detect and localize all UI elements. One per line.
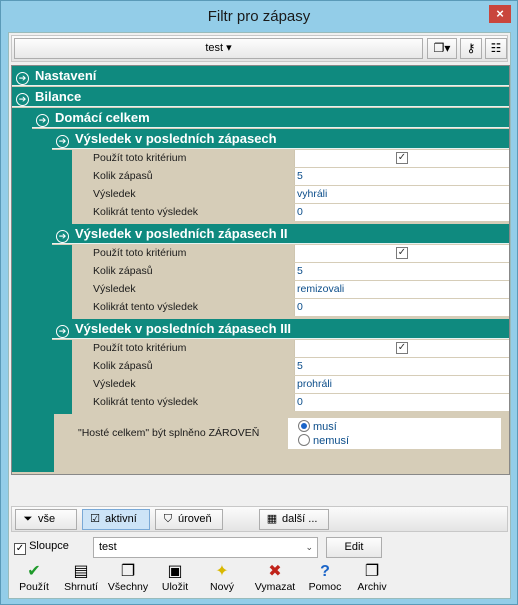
tree-view-icon[interactable]: ☷ <box>485 38 507 59</box>
radio-must-not[interactable]: nemusí <box>298 434 349 447</box>
tree-indent <box>52 340 72 414</box>
node-nastaveni[interactable]: ➔ Nastavení <box>12 66 509 86</box>
copy-icon: ❐ <box>120 563 136 580</box>
and-condition-row: "Hosté celkem" být splněno ZÁROVEŇ musí … <box>54 418 501 449</box>
section-header[interactable]: ➔ Výsledek v posledních zápasech <box>52 129 509 149</box>
summary-icon: ▤ <box>73 563 89 580</box>
filter-active-button[interactable]: ☑ aktivní <box>82 509 150 530</box>
section-header[interactable]: ➔ Výsledek v posledních zápasech II <box>52 224 509 244</box>
node-bilance[interactable]: ➔ Bilance <box>12 87 509 107</box>
tree-indent <box>52 150 72 224</box>
close-button[interactable]: × <box>489 5 511 23</box>
all-button[interactable]: ❐ Všechny <box>105 563 151 597</box>
funnel-icon: ⏷ <box>23 513 33 525</box>
result-field[interactable]: vyhráli <box>294 186 509 203</box>
expand-icon: ➔ <box>36 114 49 127</box>
tree-indent <box>12 108 32 472</box>
lightbulb-icon: ✦ <box>215 563 229 580</box>
use-criterion-checkbox[interactable]: ✓ <box>396 247 408 259</box>
match-count-field[interactable]: 5 <box>294 168 509 185</box>
criterion-row: Kolik zápasů 5 <box>72 263 509 280</box>
use-criterion-checkbox[interactable]: ✓ <box>396 342 408 354</box>
filter-all-button[interactable]: ⏷ vše <box>15 509 77 530</box>
expand-icon: ➔ <box>16 72 29 85</box>
columns-select[interactable]: test ⌄ <box>93 537 318 558</box>
match-count-field[interactable]: 5 <box>294 358 509 375</box>
checkmark-icon: ✔ <box>27 563 41 580</box>
use-criterion-cell[interactable]: ✓ <box>294 150 509 167</box>
criterion-row: Kolik zápasů 5 <box>72 358 509 375</box>
criterion-row: Kolikrát tento výsledek 0 <box>72 299 509 316</box>
node-domaci-celkem[interactable]: ➔ Domácí celkem <box>32 108 509 128</box>
action-bar: ✔ Použít ▤ Shrnutí ❐ Všechny ▣ Uložit ✦ Nový … <box>9 561 510 598</box>
criterion-row: Výsledek prohráli <box>72 376 509 393</box>
expand-icon: ➔ <box>56 135 69 148</box>
delete-button[interactable]: ✖ Vymazat <box>249 563 301 597</box>
apply-button[interactable]: ✔ Použít <box>11 563 57 597</box>
radio-unselected-icon <box>298 434 310 446</box>
top-toolbar: test ▾ ❐▾ ⚷ ☷ <box>11 35 508 62</box>
film-icon: ▦ <box>266 513 278 525</box>
summary-button[interactable]: ▤ Shrnutí <box>58 563 104 597</box>
filter-window: Filtr pro zápasy × test ▾ ❐▾ ⚷ ☷ ➔ Nastav… <box>0 0 518 605</box>
delete-x-icon: ✖ <box>268 563 282 580</box>
filter-level-button[interactable]: ⛉ úroveň <box>155 509 223 530</box>
expand-icon: ➔ <box>16 93 29 106</box>
expand-icon: ➔ <box>56 325 69 338</box>
criterion-row: Použít toto kritérium ✓ <box>72 150 509 167</box>
criterion-row: Kolikrát tento výsledek 0 <box>72 204 509 221</box>
edit-button[interactable]: Edit <box>326 537 382 558</box>
criterion-row: Použít toto kritérium ✓ <box>72 340 509 357</box>
match-count-field[interactable]: 5 <box>294 263 509 280</box>
section-header[interactable]: ➔ Výsledek v posledních zápasech III <box>52 319 509 339</box>
save-icon: ▣ <box>167 563 183 580</box>
client-area: test ▾ ❐▾ ⚷ ☷ ➔ Nastavení ➔ Bilance ➔ Domác… <box>8 32 511 599</box>
use-criterion-cell[interactable]: ✓ <box>294 340 509 357</box>
profile-dropdown[interactable]: test ▾ <box>14 38 423 59</box>
radio-selected-icon <box>298 420 310 432</box>
save-button[interactable]: ▣ Uložit <box>152 563 198 597</box>
result-field[interactable]: remizovali <box>294 281 509 298</box>
level-filter-icon: ⛉ <box>163 513 173 525</box>
columns-checkbox[interactable]: ✓ Sloupce <box>14 540 69 555</box>
key-icon[interactable]: ⚷ <box>460 38 482 59</box>
criterion-row: Kolikrát tento výsledek 0 <box>72 394 509 411</box>
chevron-down-icon: ⌄ <box>305 542 313 552</box>
result-field[interactable]: prohráli <box>294 376 509 393</box>
expand-icon: ➔ <box>56 230 69 243</box>
radio-must[interactable]: musí <box>298 420 337 433</box>
times-field[interactable]: 0 <box>294 394 509 411</box>
criterion-row: Výsledek remizovali <box>72 281 509 298</box>
filter-more-button[interactable]: ▦ další ... <box>259 509 329 530</box>
criterion-row: Výsledek vyhráli <box>72 186 509 203</box>
use-criterion-checkbox[interactable]: ✓ <box>396 152 408 164</box>
tree-indent <box>52 245 72 319</box>
new-button[interactable]: ✦ Nový <box>199 563 245 597</box>
copy-dropdown-icon[interactable]: ❐▾ <box>427 38 457 59</box>
checkbox-checked-icon: ✓ <box>14 543 26 555</box>
help-button[interactable]: ? Pomoc <box>302 563 348 597</box>
criterion-row: Kolik zápasů 5 <box>72 168 509 185</box>
times-field[interactable]: 0 <box>294 299 509 316</box>
columns-bar: ✓ Sloupce test ⌄ Edit <box>11 535 508 559</box>
filter-bar: ⏷ vše ☑ aktivní ⛉ úroveň ▦ další ... <box>11 506 508 532</box>
help-icon: ? <box>320 563 330 580</box>
window-title: Filtr pro zápasy <box>207 8 311 25</box>
criterion-row: Použít toto kritérium ✓ <box>72 245 509 262</box>
checkbox-icon: ☑ <box>90 513 100 525</box>
archive-icon: ❐ <box>364 563 380 580</box>
archive-button[interactable]: ❐ Archiv <box>349 563 395 597</box>
tree-indent <box>32 414 54 472</box>
use-criterion-cell[interactable]: ✓ <box>294 245 509 262</box>
filter-tree: ➔ Nastavení ➔ Bilance ➔ Domácí celkem ➔ Výsl… <box>11 65 510 475</box>
times-field[interactable]: 0 <box>294 204 509 221</box>
